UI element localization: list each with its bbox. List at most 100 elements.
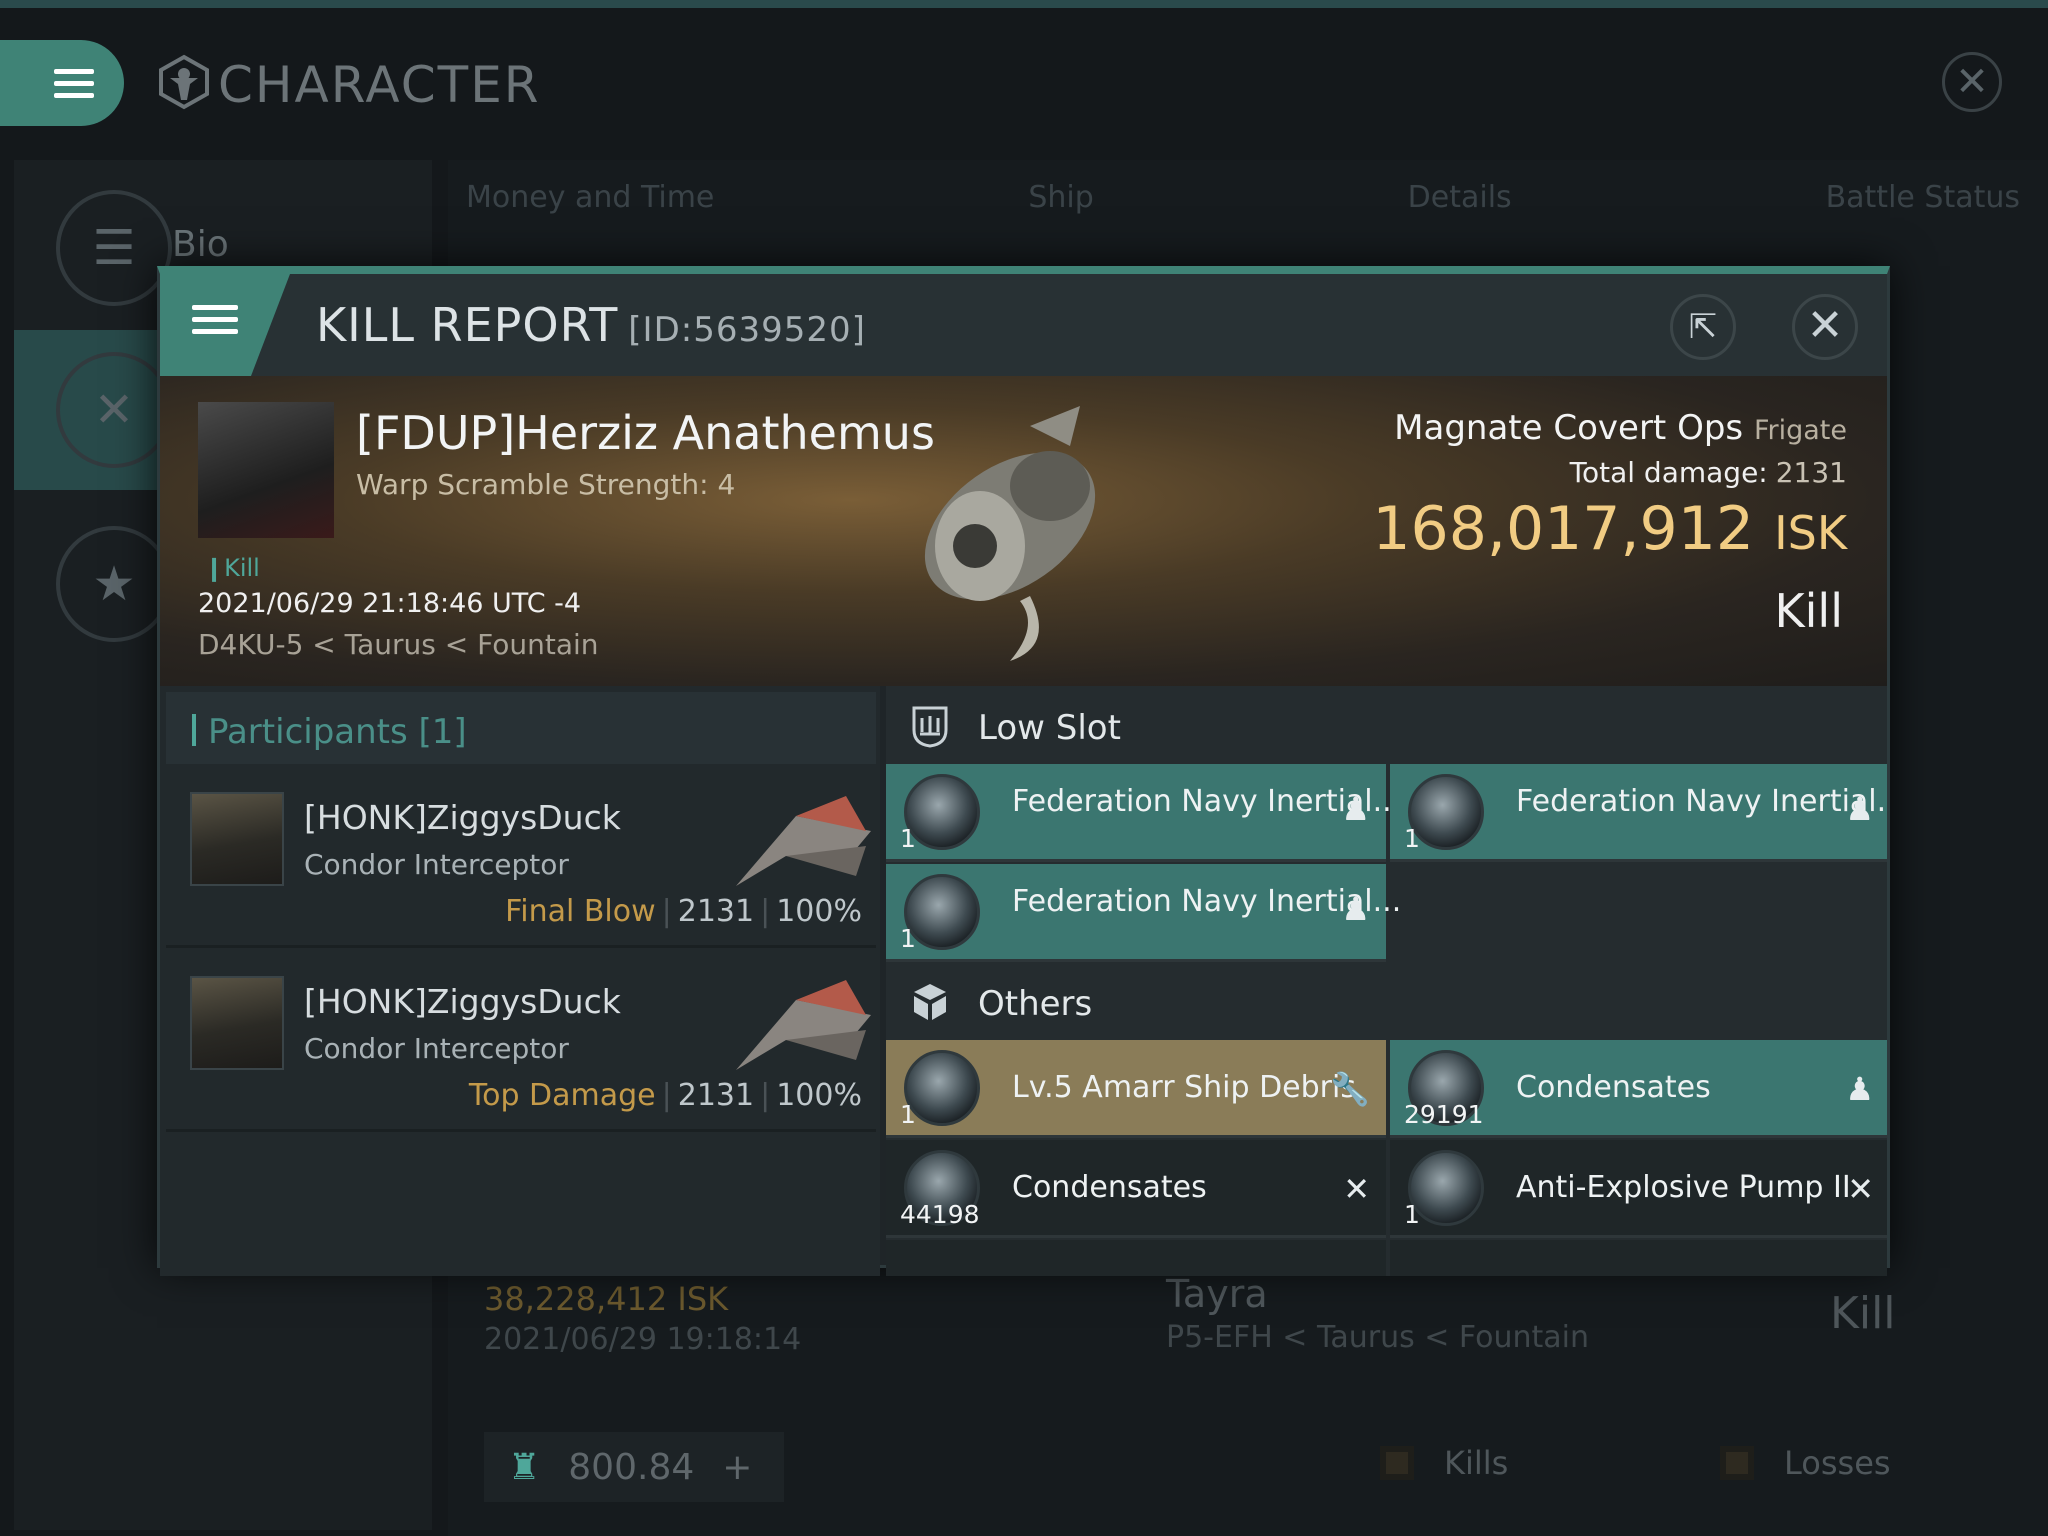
plex-icon: ♜ bbox=[508, 1446, 541, 1488]
person-icon: ♟ bbox=[1341, 790, 1370, 828]
kill-location[interactable]: D4KU-5 < Taurus < Fountain bbox=[198, 628, 599, 661]
destroyed-x-icon: ✕ bbox=[1847, 1170, 1874, 1208]
fitting-item[interactable]: 1 Federation Navy Inertial... ♟ bbox=[886, 764, 1401, 862]
item-quantity: 1 bbox=[900, 924, 916, 953]
participant-stats: Top Damage | 2131 | 100% bbox=[468, 1078, 862, 1113]
isk-value: 168,017,912 ISK bbox=[1372, 494, 1847, 564]
item-name: Condensates bbox=[1012, 1170, 1207, 1205]
cargo-box-icon bbox=[914, 984, 946, 1020]
victim-name[interactable]: [FDUP]Herziz Anathemus bbox=[356, 406, 935, 460]
participants-count: [1] bbox=[418, 712, 467, 752]
participants-panel: Participants [1] [HONK]ZiggysDuck Condor… bbox=[160, 686, 880, 1276]
top-accent-bar bbox=[0, 0, 2048, 8]
participant-portrait[interactable] bbox=[190, 792, 284, 886]
low-slot-header: Low Slot bbox=[886, 686, 1887, 764]
wrench-icon: 🔧 bbox=[1330, 1070, 1370, 1108]
item-name: Federation Navy Inertial... bbox=[1516, 784, 1887, 819]
close-button[interactable]: ✕ bbox=[1792, 294, 1858, 360]
character-icon bbox=[159, 54, 209, 110]
item-quantity: 1 bbox=[900, 824, 916, 853]
fitting-item[interactable]: 1 Lv.5 Amarr Ship Debris 🔧 bbox=[886, 1040, 1386, 1138]
participant-name[interactable]: [HONK]ZiggysDuck bbox=[304, 982, 621, 1021]
fitting-item[interactable]: 44198 Condensates ✕ bbox=[886, 1140, 1386, 1238]
participants-header: Participants [1] bbox=[166, 692, 876, 764]
fitting-panel: Low Slot 1 Federation Navy Inertial... ♟… bbox=[886, 686, 1887, 1276]
victim-banner: [FDUP]Herziz Anathemus Warp Scramble Str… bbox=[160, 376, 1887, 686]
warp-scramble-strength: Warp Scramble Strength: 4 bbox=[356, 468, 736, 501]
others-header: Others bbox=[886, 962, 1887, 1040]
person-icon: ♟ bbox=[1845, 1070, 1874, 1108]
bg-row-date: 2021/06/29 19:18:14 bbox=[484, 1322, 802, 1357]
fitting-item-partial[interactable] bbox=[886, 1240, 1386, 1276]
main-menu-button[interactable] bbox=[0, 40, 124, 126]
person-icon: ♟ bbox=[1845, 790, 1874, 828]
fitting-item[interactable]: 1 Anti-Explosive Pump II ✕ bbox=[1390, 1140, 1887, 1238]
tab-money-and-time[interactable]: Money and Time bbox=[466, 180, 714, 240]
item-quantity: 1 bbox=[1404, 1200, 1420, 1229]
modal-header: KILL REPORT [ID:5639520] ⇱ ✕ bbox=[160, 274, 1887, 376]
share-button[interactable]: ⇱ bbox=[1670, 294, 1736, 360]
external-link-icon: ⇱ bbox=[1688, 307, 1718, 347]
modal-title-text: KILL REPORT bbox=[316, 298, 619, 352]
participant-portrait[interactable] bbox=[190, 976, 284, 1070]
participant-ship-image bbox=[736, 796, 871, 886]
legend-kills[interactable]: Kills bbox=[1380, 1444, 1508, 1482]
legend-kills-swatch bbox=[1380, 1446, 1414, 1480]
close-icon: ✕ bbox=[1806, 300, 1844, 351]
fitting-item[interactable]: 29191 Condensates ♟ bbox=[1390, 1040, 1887, 1138]
legend-losses[interactable]: Losses bbox=[1720, 1444, 1891, 1482]
kill-id: [ID:5639520] bbox=[628, 310, 866, 350]
kill-datetime: 2021/06/29 21:18:46 UTC -4 bbox=[198, 588, 582, 619]
item-quantity: 29191 bbox=[1404, 1100, 1484, 1129]
item-name: Anti-Explosive Pump II bbox=[1516, 1170, 1851, 1205]
victim-ship-image[interactable] bbox=[880, 396, 1140, 666]
fitting-item[interactable]: 1 Federation Navy Inertial... ♟ bbox=[886, 864, 1401, 962]
list-icon: ☰ bbox=[56, 190, 172, 306]
tab-details[interactable]: Details bbox=[1408, 180, 1512, 240]
legend-kills-label: Kills bbox=[1444, 1444, 1509, 1482]
app-title: CHARACTER bbox=[218, 56, 541, 114]
tab-ship[interactable]: Ship bbox=[1028, 180, 1093, 240]
fitting-item[interactable]: 1 Federation Navy Inertial... ♟ bbox=[1390, 764, 1887, 862]
participant-row[interactable]: [HONK]ZiggysDuck Condor Interceptor Top … bbox=[166, 954, 876, 1132]
legend-losses-swatch bbox=[1720, 1446, 1754, 1480]
participant-ship: Condor Interceptor bbox=[304, 1032, 569, 1065]
item-quantity: 1 bbox=[1404, 824, 1420, 853]
participant-stats: Final Blow | 2131 | 100% bbox=[505, 894, 862, 929]
item-name: Lv.5 Amarr Ship Debris bbox=[1012, 1070, 1356, 1105]
destroyed-x-icon: ✕ bbox=[1343, 1170, 1370, 1208]
add-button[interactable]: + bbox=[722, 1447, 752, 1488]
total-damage: Total damage: 2131 bbox=[1569, 456, 1847, 489]
bg-row-location: P5-EFH < Taurus < Fountain bbox=[1166, 1320, 1589, 1355]
item-quantity: 1 bbox=[900, 1100, 916, 1129]
victim-ship-name[interactable]: Magnate Covert Ops Frigate bbox=[1394, 408, 1847, 448]
participant-name[interactable]: [HONK]ZiggysDuck bbox=[304, 798, 621, 837]
bg-row-result: Kill bbox=[1830, 1288, 1896, 1339]
wallet-bar: ♜ 800.84 + bbox=[484, 1432, 784, 1502]
star-icon: ★ bbox=[56, 526, 172, 642]
kill-tag: ❙Kill bbox=[204, 554, 260, 582]
person-icon: ♟ bbox=[1341, 890, 1370, 928]
bg-row-ship-name: Tayra bbox=[1166, 1272, 1268, 1316]
crossed-swords-icon: ✕ bbox=[56, 352, 172, 468]
hamburger-icon bbox=[192, 298, 238, 341]
participant-ship: Condor Interceptor bbox=[304, 848, 569, 881]
item-quantity: 44198 bbox=[900, 1200, 980, 1229]
close-icon: ✕ bbox=[1955, 59, 1989, 105]
wallet-value: 800.84 bbox=[568, 1446, 695, 1488]
app-close-button[interactable]: ✕ bbox=[1942, 52, 2002, 112]
background-tabs: Money and Time Ship Details Battle Statu… bbox=[448, 180, 2038, 240]
sidebar-item-bio-label: Bio bbox=[172, 224, 229, 265]
item-name: Condensates bbox=[1516, 1070, 1711, 1105]
modal-menu-button[interactable] bbox=[160, 274, 290, 376]
tab-battle-status[interactable]: Battle Status bbox=[1826, 180, 2020, 240]
result-label: Kill bbox=[1774, 584, 1843, 638]
legend-losses-label: Losses bbox=[1784, 1444, 1891, 1482]
participant-row[interactable]: [HONK]ZiggysDuck Condor Interceptor Fina… bbox=[166, 770, 876, 948]
low-slot-icon bbox=[912, 706, 948, 748]
kill-report-modal: KILL REPORT [ID:5639520] ⇱ ✕ [FDUP]Herziz… bbox=[157, 266, 1890, 1276]
fitting-item-partial[interactable] bbox=[1390, 1240, 1887, 1276]
victim-portrait[interactable] bbox=[198, 402, 334, 538]
bg-row-isk: 38,228,412 ISK bbox=[484, 1280, 729, 1318]
modal-title: KILL REPORT [ID:5639520] bbox=[316, 298, 866, 352]
